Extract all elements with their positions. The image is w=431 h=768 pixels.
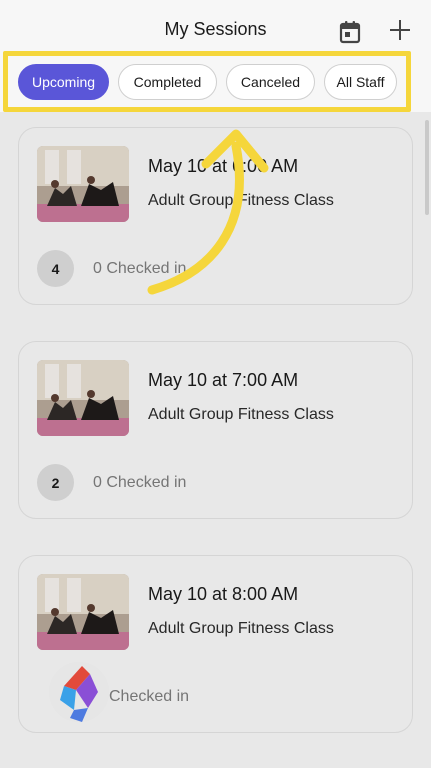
app-screen: My Sessions Upcoming Completed Canceled … xyxy=(0,0,431,768)
session-datetime: May 10 at 7:00 AM xyxy=(148,370,299,390)
filter-upcoming[interactable]: Upcoming xyxy=(18,64,109,100)
scrollbar[interactable] xyxy=(425,120,429,215)
session-card[interactable]: May 10 at 7:00 AM Adult Group Fitness Cl… xyxy=(18,341,413,519)
session-filter-tabs: Upcoming Completed Canceled All Staff xyxy=(12,63,402,101)
brand-logo-icon[interactable] xyxy=(44,656,114,728)
page-title: My Sessions xyxy=(164,19,267,39)
filter-canceled[interactable]: Canceled xyxy=(226,64,315,100)
attendee-count-badge: 2 xyxy=(37,464,74,501)
checked-in-status: 0 Checked in xyxy=(93,474,187,491)
class-thumbnail xyxy=(37,574,129,650)
checked-in-status: Checked in xyxy=(109,688,190,705)
calendar-icon[interactable] xyxy=(339,20,361,44)
class-thumbnail xyxy=(37,146,129,222)
plus-icon[interactable] xyxy=(389,19,411,41)
attendee-count-badge: 4 xyxy=(37,250,74,287)
filter-completed[interactable]: Completed xyxy=(118,64,217,100)
header: My Sessions xyxy=(0,0,431,62)
session-class-name: Adult Group Fitness Class xyxy=(148,406,334,423)
tutorial-arrow-icon xyxy=(147,129,269,295)
session-class-name: Adult Group Fitness Class xyxy=(148,620,334,637)
class-thumbnail xyxy=(37,360,129,436)
session-datetime: May 10 at 8:00 AM xyxy=(148,584,299,604)
filter-all-staff[interactable]: All Staff xyxy=(324,64,397,100)
